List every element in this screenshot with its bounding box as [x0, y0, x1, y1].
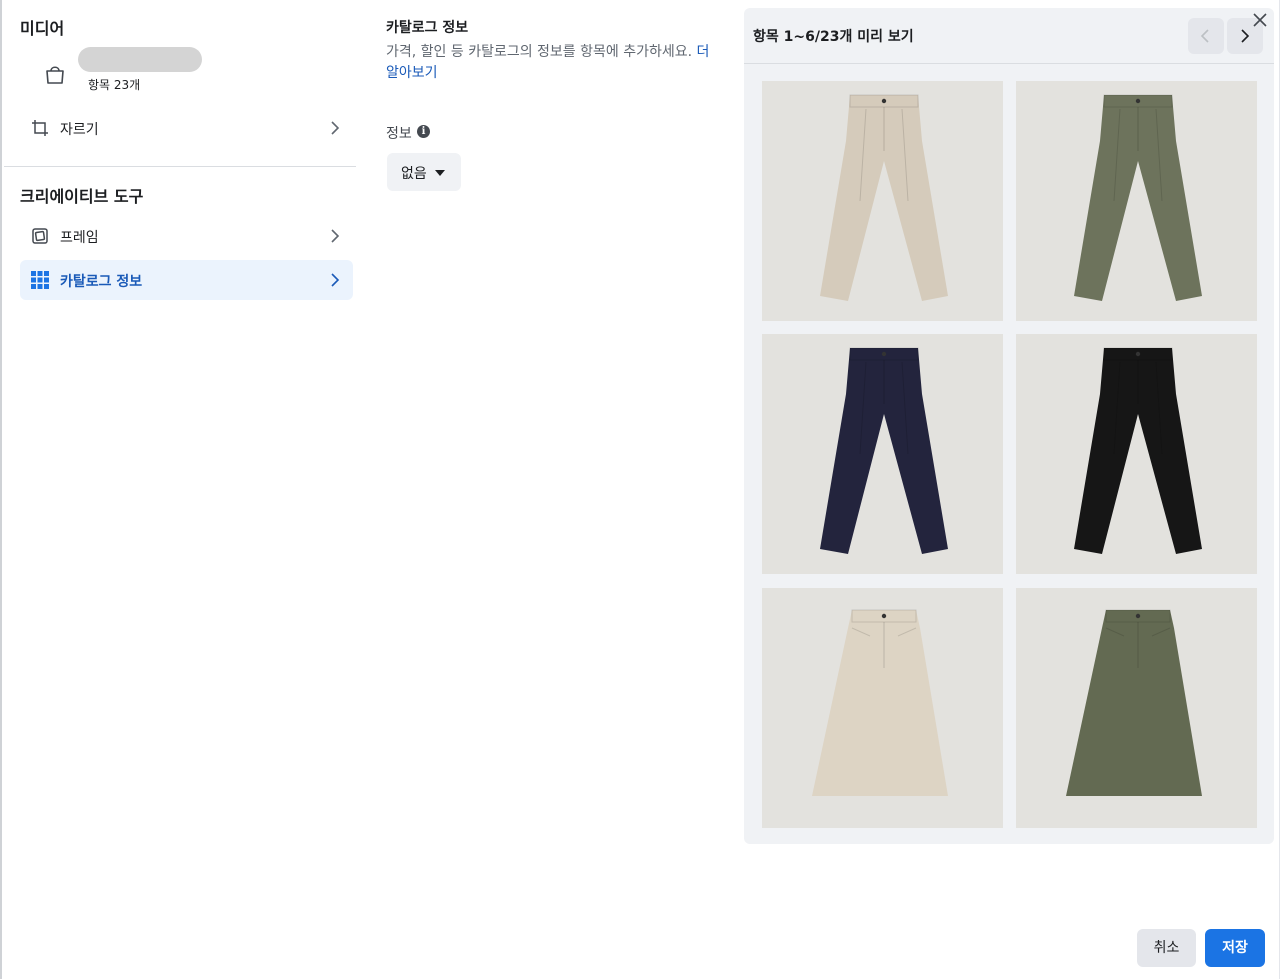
- pants-image: [1074, 347, 1202, 554]
- shopping-bag-icon: [46, 66, 64, 84]
- preview-panel: 항목 1~6/23개 미리 보기: [744, 8, 1274, 844]
- save-button[interactable]: 저장: [1205, 929, 1265, 967]
- pants-image: [820, 94, 948, 301]
- skirt-image: [812, 609, 948, 796]
- media-section-title: 미디어: [20, 19, 65, 38]
- info-dropdown[interactable]: 없음: [387, 153, 461, 191]
- chevron-right-icon: [331, 273, 340, 287]
- frame-icon: [32, 228, 48, 244]
- info-dropdown-value: 없음: [401, 166, 427, 182]
- caret-down-icon: [435, 170, 445, 176]
- info-icon[interactable]: i: [417, 125, 430, 138]
- previous-button[interactable]: [1188, 18, 1224, 54]
- frame-menu-item[interactable]: 프레임: [20, 216, 353, 256]
- product-tile: [762, 588, 1003, 828]
- catalog-settings-panel: 카탈로그 정보 가격, 할인 등 카탈로그의 정보를 항목에 추가하세요. 더 …: [386, 0, 726, 979]
- skirt-image: [1066, 609, 1202, 796]
- chevron-right-icon: [331, 229, 340, 243]
- preview-header: 항목 1~6/23개 미리 보기: [744, 8, 1274, 64]
- product-tile: [1016, 588, 1257, 828]
- pants-image: [1074, 94, 1202, 301]
- media-name-redacted: [78, 47, 202, 72]
- media-item-count: 항목 23개: [88, 78, 141, 92]
- panel-description: 가격, 할인 등 카탈로그의 정보를 항목에 추가하세요. 더 알아보기: [386, 42, 716, 84]
- catalog-info-menu-item[interactable]: 카탈로그 정보: [20, 260, 353, 300]
- media-item[interactable]: 항목 23개: [40, 46, 340, 96]
- crop-menu-item[interactable]: 자르기: [20, 108, 353, 148]
- section-divider: [4, 166, 356, 167]
- cancel-button[interactable]: 취소: [1137, 929, 1196, 967]
- catalog-dialog: 미디어 항목 23개 자르기 크리에이티브 도구 프레임 카탈로그 정보 카탈로…: [0, 0, 1280, 979]
- creative-tools-title: 크리에이티브 도구: [20, 187, 144, 206]
- crop-icon: [32, 120, 48, 136]
- product-tile: [1016, 334, 1257, 574]
- product-tile: [762, 81, 1003, 321]
- chevron-right-icon: [1241, 29, 1250, 43]
- product-tile: [762, 334, 1003, 574]
- pants-image: [820, 347, 948, 554]
- panel-title: 카탈로그 정보: [386, 20, 469, 36]
- frame-label: 프레임: [60, 230, 99, 246]
- chevron-left-icon: [1200, 29, 1209, 43]
- crop-label: 자르기: [60, 122, 99, 138]
- catalog-info-label: 카탈로그 정보: [60, 274, 143, 290]
- description-text: 가격, 할인 등 카탈로그의 정보를 항목에 추가하세요.: [386, 44, 693, 60]
- left-panel: 미디어 항목 23개 자르기 크리에이티브 도구 프레임 카탈로그 정보: [4, 0, 362, 979]
- grid-icon: [31, 271, 49, 289]
- product-tile: [1016, 81, 1257, 321]
- chevron-right-icon: [331, 121, 340, 135]
- close-icon[interactable]: [1252, 12, 1268, 28]
- preview-title: 항목 1~6/23개 미리 보기: [753, 29, 914, 45]
- info-label: 정보: [386, 126, 412, 142]
